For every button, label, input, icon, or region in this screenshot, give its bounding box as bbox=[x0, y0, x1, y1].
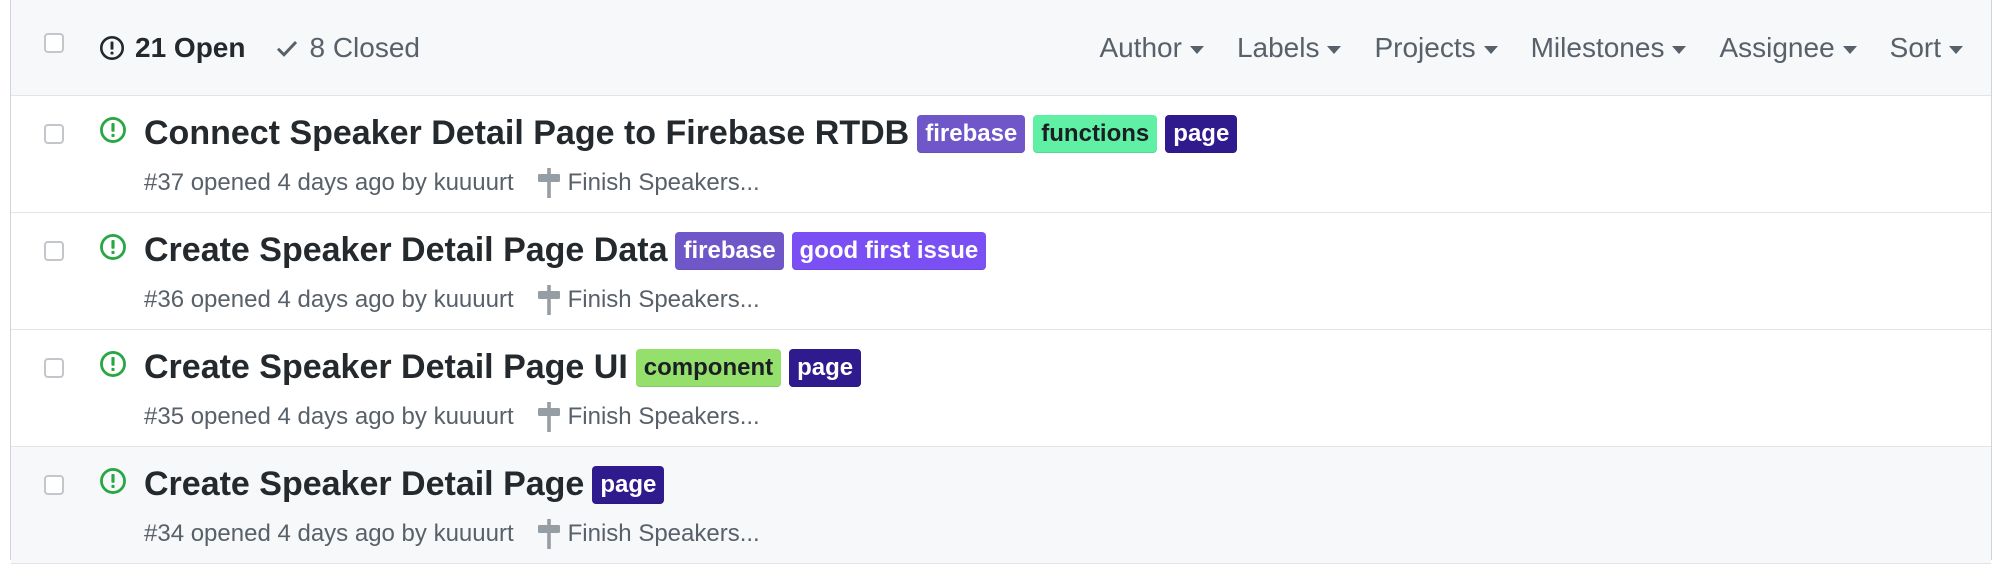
caret-down-icon bbox=[1189, 45, 1204, 54]
assignee-filter[interactable]: Assignee bbox=[1719, 31, 1857, 64]
caret-down-icon bbox=[1327, 45, 1342, 54]
issue-title-link[interactable]: Create Speaker Detail Page bbox=[144, 465, 584, 504]
closed-count-label: 8 Closed bbox=[309, 31, 420, 63]
issue-row: Create Speaker Detail Page page #34 open… bbox=[11, 447, 1991, 564]
milestone-label: Finish Speakers... bbox=[567, 520, 760, 547]
label-functions[interactable]: functions bbox=[1033, 114, 1158, 153]
labels-filter[interactable]: Labels bbox=[1237, 32, 1342, 64]
projects-filter[interactable]: Projects bbox=[1374, 31, 1498, 64]
milestone-link[interactable]: Finish Speakers... bbox=[537, 168, 760, 198]
milestone-label: Finish Speakers... bbox=[567, 286, 760, 313]
issue-row: Connect Speaker Detail Page to Firebase … bbox=[11, 96, 1991, 213]
labels-filter-label: Labels bbox=[1236, 31, 1320, 63]
caret-down-icon bbox=[1483, 45, 1498, 54]
issue-opened-icon bbox=[100, 468, 126, 494]
label-firebase[interactable]: firebase bbox=[675, 231, 784, 270]
label-page[interactable]: page bbox=[789, 348, 862, 387]
check-icon bbox=[277, 40, 298, 57]
milestones-filter-label: Milestones bbox=[1530, 31, 1665, 63]
author-filter-label: Author bbox=[1099, 31, 1182, 63]
open-count-label: 21 Open bbox=[135, 31, 246, 63]
projects-filter-label: Projects bbox=[1374, 31, 1476, 63]
issue-checkbox[interactable] bbox=[44, 475, 64, 495]
milestone-icon bbox=[537, 168, 560, 198]
milestones-filter[interactable]: Milestones bbox=[1531, 32, 1687, 64]
milestone-link[interactable]: Finish Speakers... bbox=[537, 285, 760, 315]
milestone-label: Finish Speakers... bbox=[567, 169, 760, 196]
label-page[interactable]: page bbox=[1165, 114, 1238, 153]
milestone-link[interactable]: Finish Speakers... bbox=[537, 519, 760, 549]
label-page[interactable]: page bbox=[592, 465, 665, 504]
open-issues-tab[interactable]: 21 Open bbox=[99, 32, 245, 64]
milestone-icon bbox=[537, 519, 560, 549]
issue-opened-icon bbox=[99, 35, 125, 60]
caret-down-icon bbox=[1842, 45, 1857, 54]
caret-down-icon bbox=[1949, 45, 1963, 54]
sort-filter-label: Sort bbox=[1889, 31, 1941, 63]
milestone-icon bbox=[537, 402, 560, 432]
select-all-checkbox[interactable] bbox=[44, 33, 64, 53]
sort-filter[interactable]: Sort bbox=[1890, 32, 1963, 64]
issue-meta: #35 opened 4 days ago by kuuuurt bbox=[144, 403, 514, 430]
assignee-filter-label: Assignee bbox=[1719, 31, 1835, 63]
issue-title-link[interactable]: Connect Speaker Detail Page to Firebase … bbox=[144, 114, 909, 153]
author-filter[interactable]: Author bbox=[1099, 32, 1204, 64]
caret-down-icon bbox=[1672, 45, 1687, 54]
milestone-label: Finish Speakers... bbox=[567, 403, 760, 430]
issue-row: Create Speaker Detail Page UI component … bbox=[11, 330, 1991, 447]
issue-title-link[interactable]: Create Speaker Detail Page Data bbox=[144, 231, 667, 270]
issue-row: Create Speaker Detail Page Data firebase… bbox=[11, 213, 1991, 330]
issue-state-toggle: 21 Open 8 Closed bbox=[99, 0, 450, 95]
issue-opened-icon bbox=[100, 351, 126, 377]
label-firebase[interactable]: firebase bbox=[917, 114, 1026, 153]
milestone-icon bbox=[537, 285, 560, 315]
milestone-link[interactable]: Finish Speakers... bbox=[537, 402, 760, 432]
issue-opened-icon bbox=[100, 117, 126, 143]
issue-opened-icon bbox=[100, 234, 126, 260]
closed-issues-tab[interactable]: 8 Closed bbox=[275, 32, 420, 64]
filter-bar: Author Labels Projects Milestones Assign… bbox=[1099, 0, 1991, 95]
issue-checkbox[interactable] bbox=[44, 241, 64, 261]
issues-list-panel: 21 Open 8 Closed Author Labels Projects … bbox=[10, 0, 1992, 564]
issues-list-header: 21 Open 8 Closed Author Labels Projects … bbox=[11, 0, 1991, 96]
issue-checkbox[interactable] bbox=[44, 124, 64, 144]
issue-title-link[interactable]: Create Speaker Detail Page UI bbox=[144, 348, 628, 387]
issue-meta: #36 opened 4 days ago by kuuuurt bbox=[144, 286, 514, 313]
issue-checkbox[interactable] bbox=[44, 358, 64, 378]
issue-meta: #34 opened 4 days ago by kuuuurt bbox=[144, 520, 514, 547]
label-good-first-issue[interactable]: good first issue bbox=[791, 231, 987, 270]
label-component[interactable]: component bbox=[635, 348, 782, 387]
issue-meta: #37 opened 4 days ago by kuuuurt bbox=[144, 169, 514, 196]
